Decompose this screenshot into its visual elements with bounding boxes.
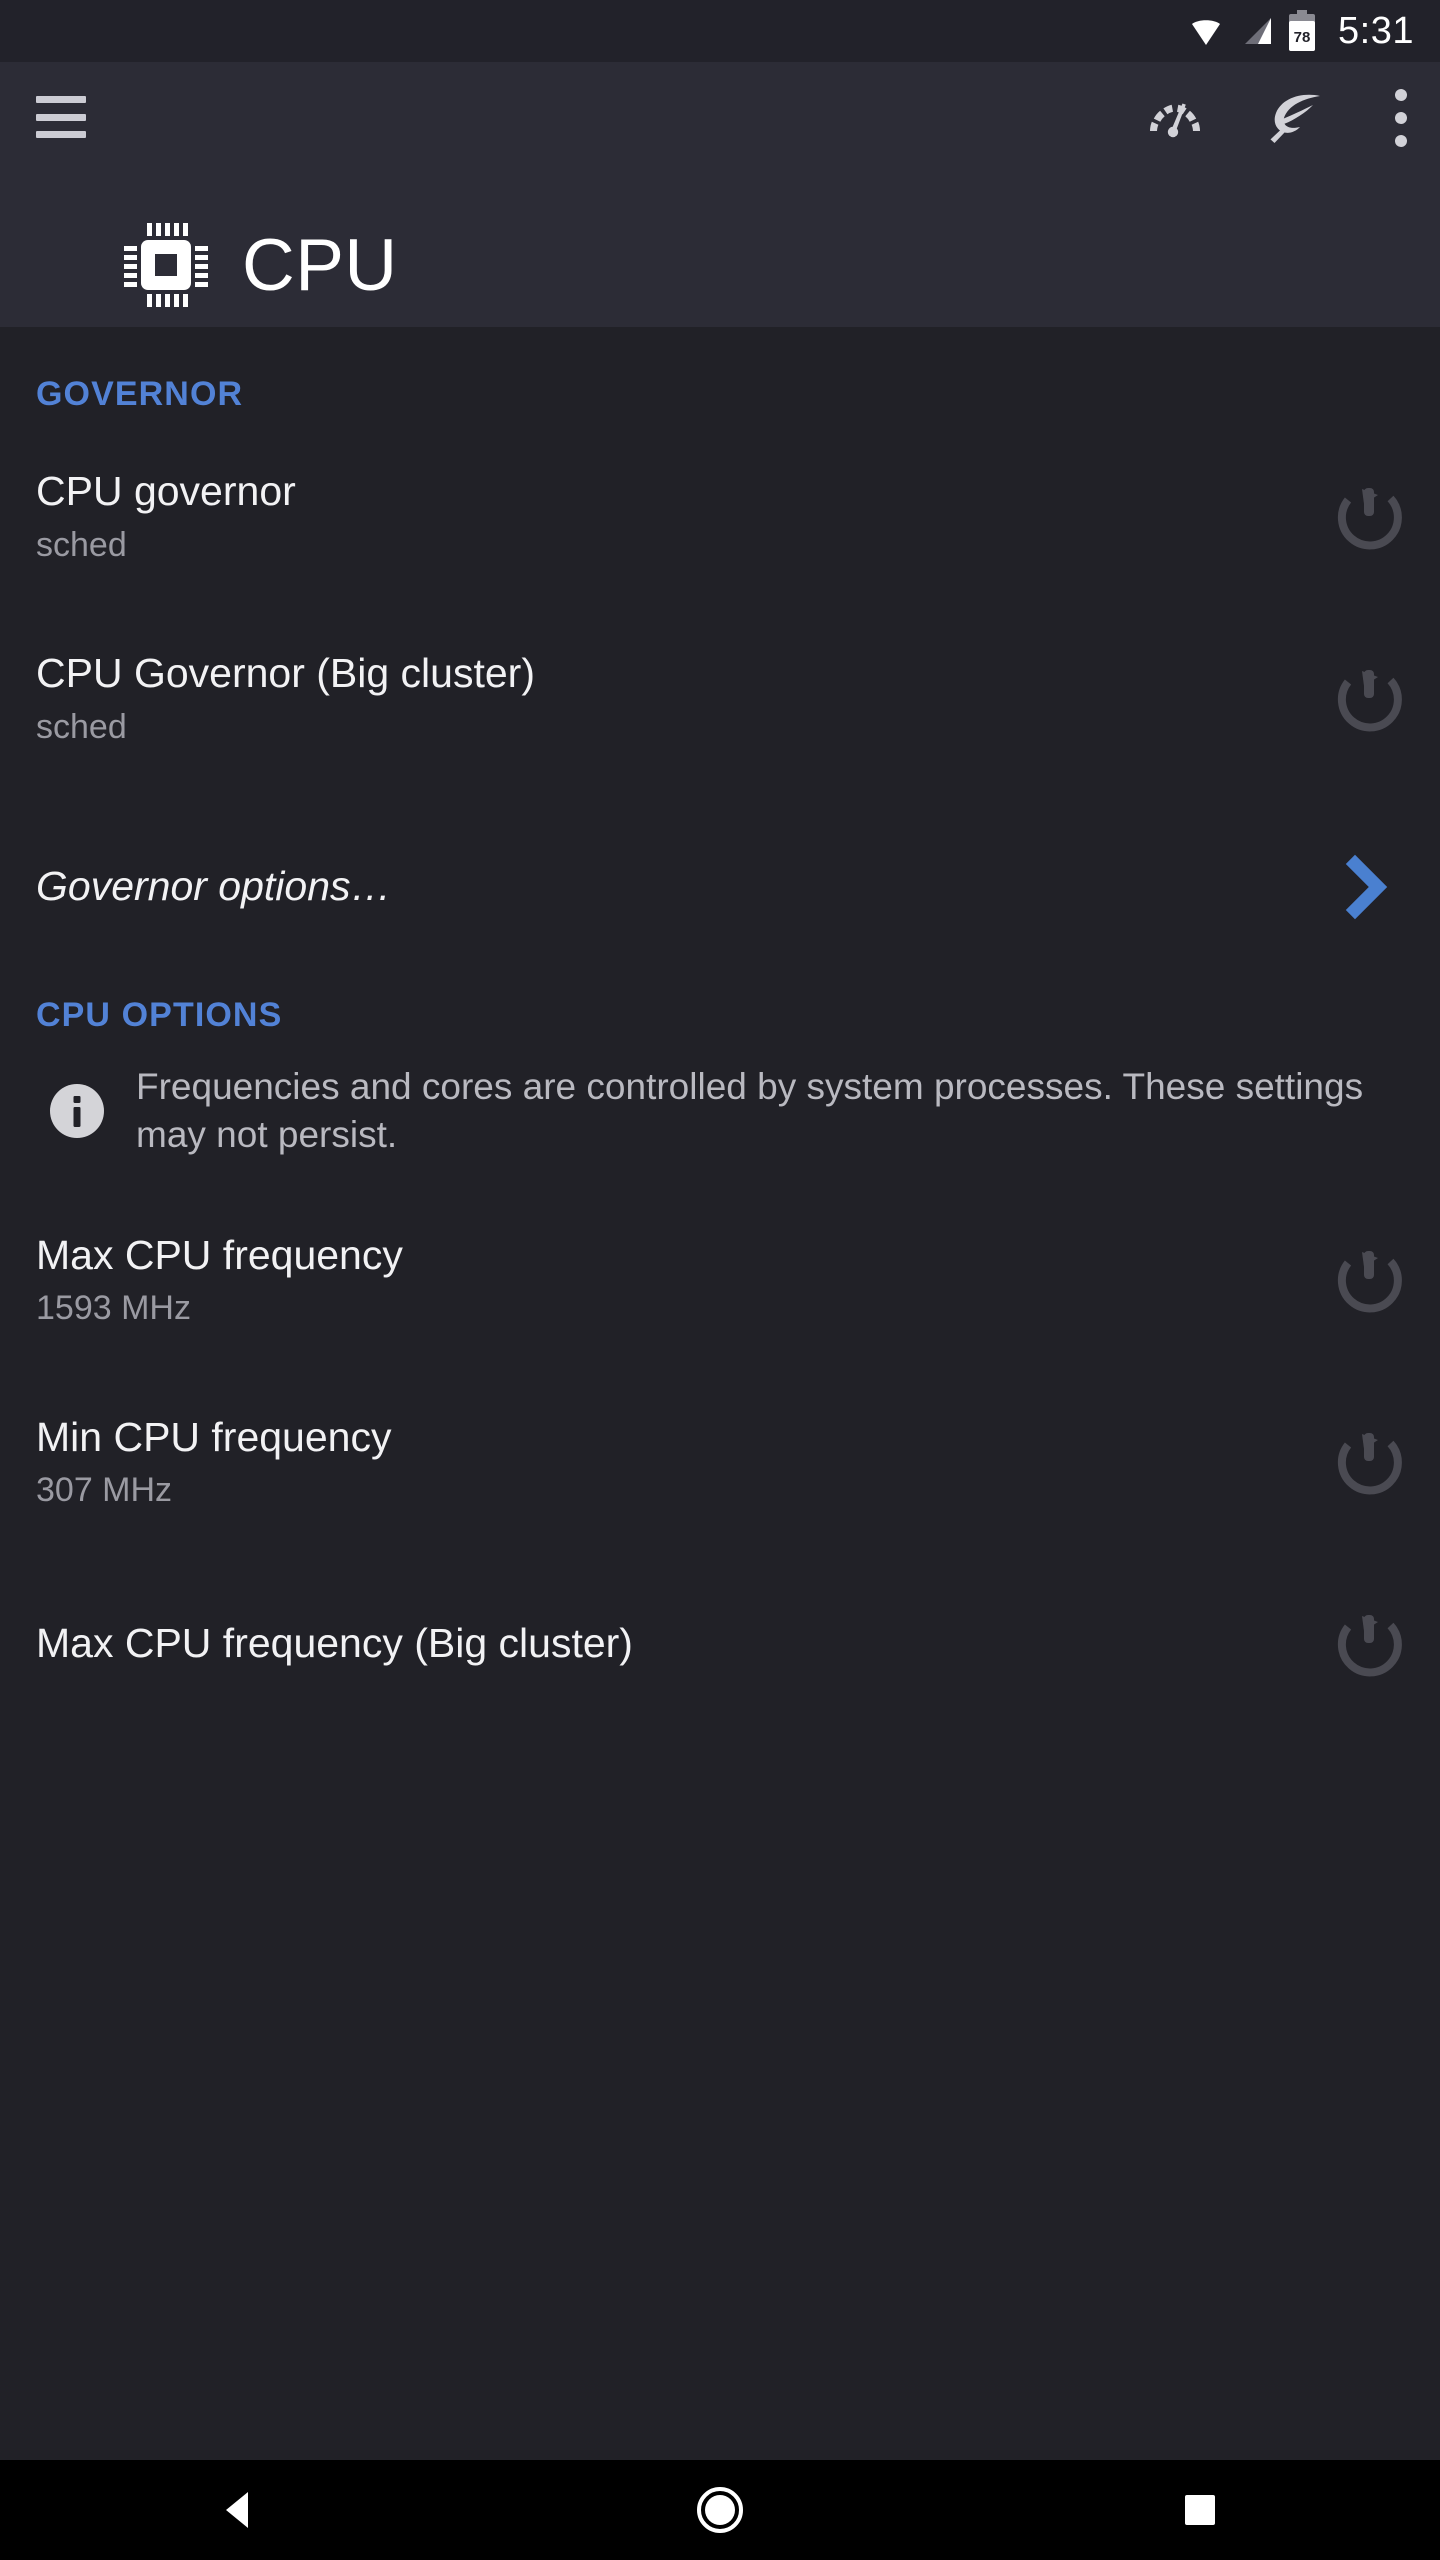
battery-percent-label: 78 xyxy=(1294,29,1311,46)
power-restore-icon[interactable] xyxy=(1330,1605,1408,1683)
cpu-chip-icon xyxy=(118,217,214,313)
chevron-right-icon[interactable] xyxy=(1330,848,1408,926)
hamburger-menu-icon[interactable] xyxy=(36,96,86,138)
cellular-signal-icon xyxy=(1238,11,1274,51)
list-item[interactable]: Min CPU frequency 307 MHz xyxy=(0,1387,1440,1537)
app-bar-toolbar xyxy=(0,62,1440,172)
row-subtitle: 1593 MHz xyxy=(36,1289,191,1328)
info-banner-text: Frequencies and cores are controlled by … xyxy=(136,1066,1364,1156)
row-subtitle: sched xyxy=(36,526,127,565)
dashboard-icon[interactable] xyxy=(1144,87,1206,149)
circle-home-icon xyxy=(697,2487,743,2533)
row-title: CPU Governor (Big cluster) xyxy=(36,650,535,697)
row-title: Governor options… xyxy=(36,863,392,910)
power-restore-icon[interactable] xyxy=(1330,1241,1408,1319)
row-title: CPU governor xyxy=(36,468,296,515)
power-restore-icon[interactable] xyxy=(1330,478,1408,556)
page-title: CPU xyxy=(242,224,398,306)
app-bar: CPU xyxy=(0,62,1440,327)
page-title-row: CPU xyxy=(118,217,398,313)
home-button[interactable] xyxy=(660,2460,780,2560)
battery-icon: 78 xyxy=(1286,10,1318,52)
recents-button[interactable] xyxy=(1140,2460,1260,2560)
list-item[interactable]: Max CPU frequency (Big cluster) xyxy=(0,1569,1440,1719)
back-button[interactable] xyxy=(180,2460,300,2560)
info-banner: Frequencies and cores are controlled by … xyxy=(0,1035,1440,1187)
navigation-bar xyxy=(0,2460,1440,2560)
wifi-icon xyxy=(1186,11,1226,51)
row-title: Min CPU frequency xyxy=(36,1413,392,1460)
power-restore-icon[interactable] xyxy=(1330,1423,1408,1501)
phone-screen: 78 5:31 CPU GOVERNOR CPU governor sched … xyxy=(0,0,1440,2560)
list-item[interactable]: CPU Governor (Big cluster) sched xyxy=(0,624,1440,774)
list-item[interactable]: Max CPU frequency 1593 MHz xyxy=(0,1205,1440,1355)
triangle-back-icon xyxy=(226,2492,248,2528)
square-recents-icon xyxy=(1185,2495,1215,2525)
row-subtitle: sched xyxy=(36,708,127,747)
power-restore-icon[interactable] xyxy=(1330,660,1408,738)
row-title: Max CPU frequency xyxy=(36,1231,403,1278)
row-subtitle: 307 MHz xyxy=(36,1471,173,1510)
section-header-governor: GOVERNOR xyxy=(36,375,244,413)
status-bar: 78 5:31 xyxy=(0,0,1440,62)
list-item[interactable]: Governor options… xyxy=(0,822,1440,952)
row-title: Max CPU frequency (Big cluster) xyxy=(36,1620,633,1667)
app-bar-actions xyxy=(1144,82,1418,154)
list-item[interactable]: CPU governor sched xyxy=(0,442,1440,592)
leaf-icon[interactable] xyxy=(1264,87,1326,149)
status-bar-clock: 5:31 xyxy=(1338,9,1414,52)
section-header-cpu-options: CPU OPTIONS xyxy=(36,996,283,1034)
overflow-menu-icon[interactable] xyxy=(1384,87,1418,149)
settings-list[interactable]: GOVERNOR CPU governor sched CPU Governor… xyxy=(0,327,1440,2460)
info-icon xyxy=(46,1080,108,1142)
status-bar-icons: 78 xyxy=(1186,10,1318,52)
